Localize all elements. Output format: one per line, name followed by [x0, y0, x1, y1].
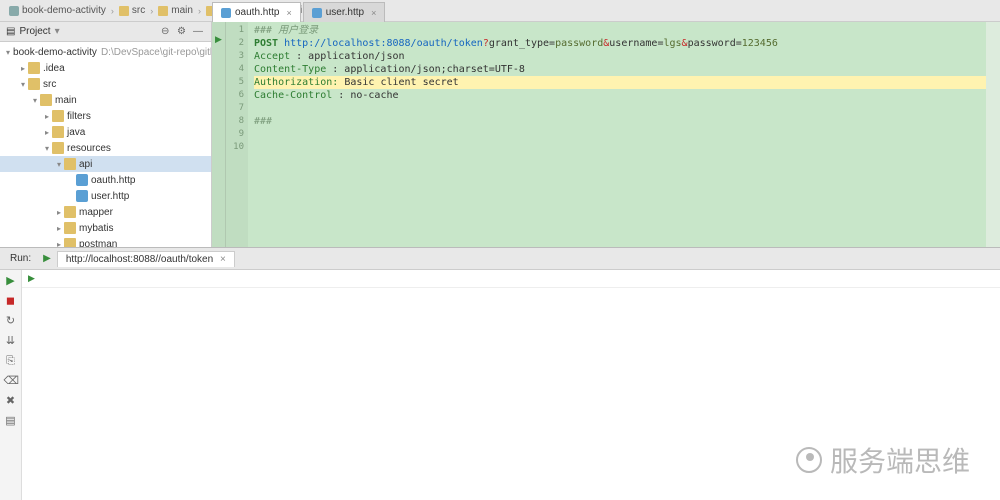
line-numbers: 12345678910 — [226, 22, 248, 247]
project-icon: ▤ — [6, 26, 15, 37]
run-tool-button[interactable]: ✖ — [4, 394, 18, 408]
expand-arrow-icon[interactable]: ▸ — [54, 208, 64, 217]
expand-arrow-icon[interactable]: ▸ — [42, 128, 52, 137]
expand-arrow-icon[interactable]: ▾ — [6, 48, 10, 57]
breadcrumb-item[interactable]: main — [155, 4, 196, 17]
code-line[interactable] — [254, 141, 1000, 154]
breadcrumb-item[interactable]: book-demo-activity — [6, 4, 109, 17]
run-toolbar: ▶ ◼ ↻ ⇊ ⎘ ⌫ ✖ ▤ — [0, 270, 22, 500]
expand-arrow-icon[interactable]: ▸ — [42, 112, 52, 121]
code-area[interactable]: ### 用户登录POST http://localhost:8088/oauth… — [248, 22, 1000, 247]
pkg-icon — [52, 126, 64, 138]
gutter: ▶ — [212, 22, 226, 247]
tree-node[interactable]: ▸mapper — [0, 204, 211, 220]
rerun-icon[interactable]: ▶ — [28, 273, 35, 284]
expand-arrow-icon[interactable]: ▾ — [54, 160, 64, 169]
run-gutter-icon[interactable]: ▶ — [212, 22, 225, 45]
expand-arrow-icon[interactable]: ▸ — [54, 224, 64, 233]
run-tool-window: Run: ▶ http://localhost:8088//oauth/toke… — [0, 247, 1000, 500]
run-title: Run: — [4, 251, 37, 266]
expand-arrow-icon[interactable]: ▸ — [18, 64, 28, 73]
code-line[interactable]: Accept : application/json — [254, 50, 1000, 63]
project-tree[interactable]: ▾book-demo-activityD:\DevSpace\git-repo\… — [0, 42, 211, 247]
tree-node[interactable]: ▾src — [0, 76, 211, 92]
run-output[interactable]: ▶ — [22, 270, 1000, 500]
code-editor[interactable]: ▶ 12345678910 ### 用户登录POST http://localh… — [212, 22, 1000, 247]
project-header: ▤ Project ▾ ⊖ ⚙ — — [0, 22, 211, 42]
tree-node[interactable]: oauth.http — [0, 172, 211, 188]
tree-node[interactable]: ▾book-demo-activityD:\DevSpace\git-repo\… — [0, 44, 211, 60]
code-line[interactable]: ### 用户登录 — [254, 24, 1000, 37]
run-header: Run: ▶ http://localhost:8088//oauth/toke… — [0, 248, 1000, 270]
tree-node[interactable]: ▸mybatis — [0, 220, 211, 236]
http-file-icon — [312, 8, 322, 18]
code-line[interactable]: Cache-Control : no-cache — [254, 89, 1000, 102]
tree-node[interactable]: ▾main — [0, 92, 211, 108]
run-tool-button[interactable]: ↻ — [4, 314, 18, 328]
pkg-icon — [52, 110, 64, 122]
run-tool-button[interactable]: ◼ — [4, 294, 18, 308]
expand-arrow-icon[interactable]: ▸ — [54, 240, 64, 248]
folder-icon — [119, 6, 129, 16]
editor-tab[interactable]: oauth.http× — [212, 2, 301, 22]
run-tool-button[interactable]: ⌫ — [4, 374, 18, 388]
pkg-icon — [64, 238, 76, 247]
code-line[interactable]: Content-Type : application/json;charset=… — [254, 63, 1000, 76]
http-file-icon — [221, 8, 231, 18]
close-icon[interactable]: × — [371, 8, 376, 18]
tree-node[interactable]: user.http — [0, 188, 211, 204]
http-icon — [76, 174, 88, 186]
pkg-icon — [64, 158, 76, 170]
http-icon — [76, 190, 88, 202]
hide-icon[interactable]: — — [193, 26, 205, 38]
code-line[interactable]: ### — [254, 115, 1000, 128]
pkg-icon — [64, 222, 76, 234]
run-tool-button[interactable]: ⎘ — [4, 354, 18, 368]
run-config-tab[interactable]: http://localhost:8088//oauth/token × — [57, 251, 235, 267]
run-output-header: ▶ — [22, 270, 1000, 288]
editor-tab[interactable]: user.http× — [303, 2, 386, 22]
close-icon[interactable]: × — [220, 254, 226, 265]
editor-tabs: oauth.http×user.http× — [212, 0, 387, 22]
expand-arrow-icon[interactable]: ▾ — [42, 144, 52, 153]
project-title: Project — [19, 26, 50, 37]
run-tool-button[interactable]: ▶ — [4, 274, 18, 288]
expand-arrow-icon[interactable]: ▾ — [30, 96, 40, 105]
pkg-icon — [64, 206, 76, 218]
folder-icon — [158, 6, 168, 16]
collapse-icon[interactable]: ⊖ — [161, 26, 173, 38]
tree-node[interactable]: ▸java — [0, 124, 211, 140]
code-line[interactable]: Authorization: Basic client secret — [254, 76, 1000, 89]
expand-arrow-icon[interactable]: ▾ — [18, 80, 28, 89]
pkg-icon — [52, 142, 64, 154]
editor-scrollbar[interactable] — [986, 22, 1000, 247]
pkg-icon — [28, 78, 40, 90]
close-icon[interactable]: × — [286, 8, 291, 18]
breadcrumb: book-demo-activity›src›main›resources›ap… — [0, 0, 1000, 22]
tree-node[interactable]: ▾api — [0, 156, 211, 172]
tree-node[interactable]: ▾resources — [0, 140, 211, 156]
gear-icon[interactable]: ⚙ — [177, 26, 189, 38]
tree-node[interactable]: ▸.idea — [0, 60, 211, 76]
breadcrumb-item[interactable]: src — [116, 4, 148, 17]
project-tool-window: ▤ Project ▾ ⊖ ⚙ — ▾book-demo-activityD:\… — [0, 22, 212, 247]
code-line[interactable]: POST http://localhost:8088/oauth/token?g… — [254, 37, 1000, 50]
pkg-icon — [40, 94, 52, 106]
tree-node[interactable]: ▸postman — [0, 236, 211, 247]
tree-node[interactable]: ▸filters — [0, 108, 211, 124]
code-line[interactable] — [254, 128, 1000, 141]
run-tool-button[interactable]: ⇊ — [4, 334, 18, 348]
pkg-icon — [28, 62, 40, 74]
code-line[interactable] — [254, 102, 1000, 115]
run-icon[interactable]: ▶ — [43, 253, 51, 264]
run-tool-button[interactable]: ▤ — [4, 414, 18, 428]
mod-icon — [9, 6, 19, 16]
